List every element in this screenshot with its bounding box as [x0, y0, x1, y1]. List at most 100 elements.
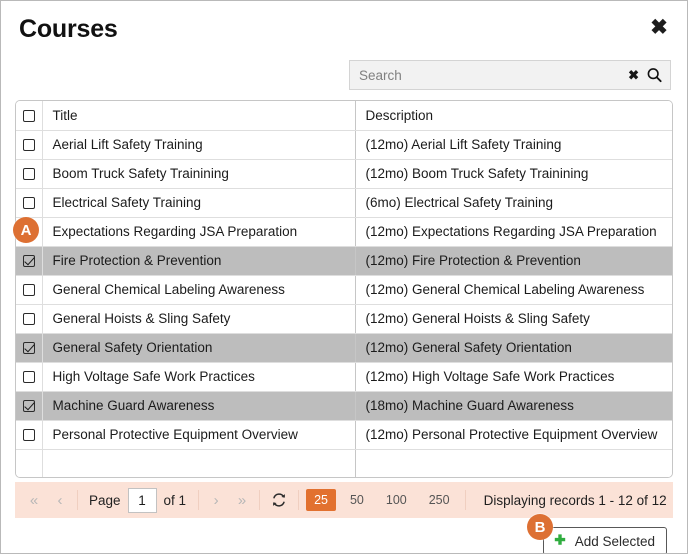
cell-title: General Chemical Labeling Awareness — [42, 275, 356, 305]
cell-description: (12mo) High Voltage Safe Work Practices — [355, 362, 672, 392]
cell-description: (6mo) Electrical Safety Training — [355, 188, 672, 218]
cell-description: (12mo) Aerial Lift Safety Training — [355, 130, 672, 160]
table-row[interactable]: General Chemical Labeling Awareness (12mo… — [16, 275, 672, 305]
clear-icon[interactable]: ✖ — [628, 69, 639, 82]
table-row[interactable]: General Hoists & Sling Safety (12mo) Gene… — [16, 304, 672, 334]
row-checkbox-cell[interactable] — [16, 159, 43, 189]
table-row[interactable]: Expectations Regarding JSA Preparation (1… — [16, 217, 672, 247]
last-page-button[interactable]: » — [229, 492, 255, 509]
cell-description: (12mo) General Safety Orientation — [355, 333, 672, 363]
divider — [259, 490, 261, 510]
close-icon[interactable]: ✖ — [647, 15, 671, 39]
cell-title: Boom Truck Safety Trainining — [42, 159, 356, 189]
dialog-header: Courses ✖ — [1, 1, 687, 57]
page-title: Courses — [19, 14, 118, 43]
row-checkbox-cell[interactable] — [16, 246, 43, 276]
row-checkbox[interactable] — [22, 400, 35, 413]
row-checkbox[interactable] — [22, 342, 35, 355]
divider — [464, 490, 466, 510]
search-box[interactable]: ✖ — [349, 60, 671, 90]
cell-title: High Voltage Safe Work Practices — [42, 362, 356, 392]
table-row[interactable]: Electrical Safety Training (6mo) Electric… — [16, 188, 672, 218]
row-checkbox[interactable] — [22, 139, 35, 152]
cell-description: (12mo) Personal Protective Equipment Ove… — [355, 420, 672, 450]
table-row[interactable]: Machine Guard Awareness (18mo) Machine Gu… — [16, 391, 672, 421]
annotation-badge-a: A — [13, 217, 39, 243]
table-row[interactable]: Boom Truck Safety Trainining (12mo) Boom … — [16, 159, 672, 189]
courses-table-wrapper: Title Description Aerial Lift Safety Tra… — [15, 100, 673, 478]
cell-title: Machine Guard Awareness — [42, 391, 356, 421]
page-label: Page — [89, 492, 121, 508]
cell-title: General Hoists & Sling Safety — [42, 304, 356, 334]
row-checkbox-cell[interactable] — [16, 188, 43, 218]
page-size-50[interactable]: 50 — [342, 489, 372, 511]
table-body: Aerial Lift Safety Training (12mo) Aerial… — [16, 130, 672, 477]
row-checkbox[interactable] — [22, 371, 35, 384]
cell-description: (18mo) Machine Guard Awareness — [355, 391, 672, 421]
page-number-input[interactable] — [127, 487, 157, 513]
table-row[interactable]: General Safety Orientation (12mo) General… — [16, 333, 672, 363]
cell-title: Aerial Lift Safety Training — [42, 130, 356, 160]
add-selected-button[interactable]: Add Selected — [542, 527, 667, 553]
pagination-bar: « ‹ Page of 1 › » 25 50 100 250 Displaying … — [15, 482, 673, 518]
row-checkbox-cell[interactable] — [16, 130, 43, 160]
table-row[interactable]: Personal Protective Equipment Overview (1… — [16, 420, 672, 450]
page-size-group: 25 50 100 250 — [303, 489, 461, 511]
filler-cell — [355, 449, 672, 477]
column-header-description[interactable]: Description — [355, 101, 672, 131]
filler-cell — [16, 449, 43, 477]
plus-icon — [552, 533, 568, 549]
records-status: Displaying records 1 - 12 of 12 — [483, 492, 667, 508]
filler-cell — [42, 449, 356, 477]
next-page-button[interactable]: › — [203, 492, 229, 509]
row-checkbox[interactable] — [22, 284, 35, 297]
row-checkbox-cell[interactable] — [16, 333, 43, 363]
table-header-row: Title Description — [16, 101, 672, 131]
add-selected-label: Add Selected — [574, 533, 655, 549]
row-checkbox-cell[interactable] — [16, 391, 43, 421]
table-row[interactable]: High Voltage Safe Work Practices (12mo) H… — [16, 362, 672, 392]
cell-title: Expectations Regarding JSA Preparation — [42, 217, 356, 247]
page-size-25[interactable]: 25 — [306, 489, 336, 511]
select-all-checkbox[interactable] — [22, 110, 35, 123]
divider — [298, 490, 300, 510]
column-header-title[interactable]: Title — [42, 101, 356, 131]
search-input[interactable] — [350, 61, 670, 89]
cell-description: (12mo) Expectations Regarding JSA Prepar… — [355, 217, 672, 247]
search-row: ✖ — [1, 57, 687, 90]
select-all-cell[interactable] — [16, 101, 43, 131]
row-checkbox[interactable] — [22, 313, 35, 326]
page-size-250[interactable]: 250 — [421, 489, 458, 511]
row-checkbox-cell[interactable] — [16, 304, 43, 334]
prev-page-button[interactable]: ‹ — [47, 492, 73, 509]
page-size-100[interactable]: 100 — [378, 489, 415, 511]
courses-table: Title Description Aerial Lift Safety Tra… — [16, 101, 672, 477]
search-icon[interactable] — [647, 68, 662, 83]
table-row[interactable]: Fire Protection & Prevention (12mo) Fire … — [16, 246, 672, 276]
divider — [198, 490, 200, 510]
table-row[interactable]: Aerial Lift Safety Training (12mo) Aerial… — [16, 130, 672, 160]
row-checkbox[interactable] — [22, 429, 35, 442]
cell-description: (12mo) Fire Protection & Prevention — [355, 246, 672, 276]
cell-description: (12mo) General Chemical Labeling Awarene… — [355, 275, 672, 305]
annotation-badge-b: B — [527, 514, 553, 540]
action-bar: Add Selected — [1, 527, 673, 553]
cell-title: Electrical Safety Training — [42, 188, 356, 218]
row-checkbox-cell[interactable] — [16, 362, 43, 392]
row-checkbox-cell[interactable] — [16, 275, 43, 305]
row-checkbox[interactable] — [22, 255, 35, 268]
cell-description: (12mo) General Hoists & Sling Safety — [355, 304, 672, 334]
divider — [77, 490, 78, 510]
table-filler-row — [16, 449, 672, 477]
first-page-button[interactable]: « — [21, 492, 47, 509]
refresh-icon[interactable] — [264, 492, 294, 508]
cell-title: Personal Protective Equipment Overview — [42, 420, 356, 450]
row-checkbox[interactable] — [22, 168, 35, 181]
page-count-label: of 1 — [163, 492, 187, 508]
row-checkbox[interactable] — [22, 197, 35, 210]
cell-description: (12mo) Boom Truck Safety Trainining — [355, 159, 672, 189]
row-checkbox-cell[interactable] — [16, 420, 43, 450]
courses-dialog: Courses ✖ ✖ — [0, 0, 688, 554]
cell-title: Fire Protection & Prevention — [42, 246, 356, 276]
cell-title: General Safety Orientation — [42, 333, 356, 363]
